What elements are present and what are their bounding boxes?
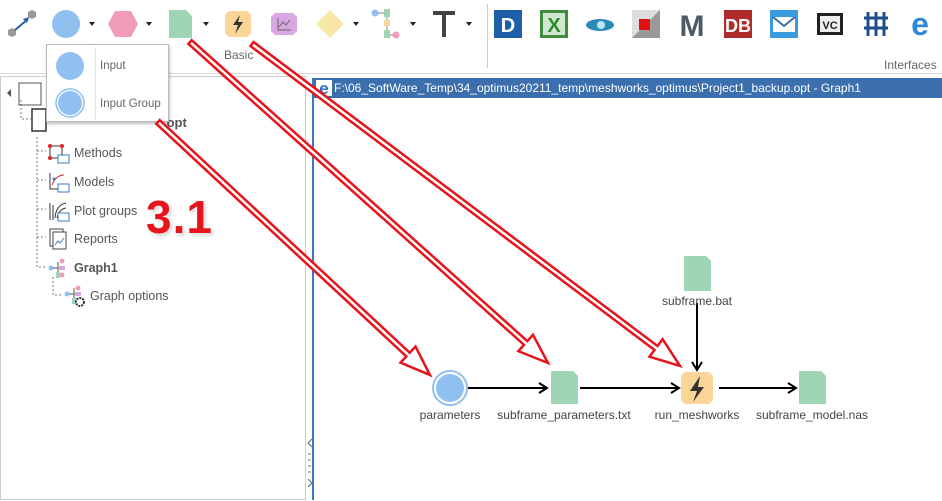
excel-interface[interactable]: X (538, 8, 570, 40)
db-icon: DB (724, 10, 752, 38)
db-interface[interactable]: DB (722, 8, 754, 40)
excel-icon: X (540, 10, 568, 38)
file-tool[interactable] (164, 8, 196, 40)
connector-icon (8, 10, 36, 37)
models-icon (49, 173, 70, 193)
svg-text:e: e (911, 8, 929, 40)
tree-item-label: Reports (74, 232, 118, 246)
svg-text:DB: DB (725, 16, 751, 36)
input-tool[interactable] (50, 8, 82, 40)
methods-icon (48, 144, 70, 164)
document-icon (169, 10, 192, 38)
text-tool[interactable] (428, 8, 460, 40)
menu-item-input-group[interactable]: Input Group (47, 85, 168, 123)
chart-node-icon (271, 13, 297, 35)
input-group-circle-icon (55, 88, 85, 118)
node-label-parameters: parameters (419, 408, 481, 422)
node-subframe-parameters[interactable] (551, 371, 578, 404)
red-square-interface[interactable] (630, 8, 662, 40)
input-circle-icon (52, 10, 80, 38)
vc-interface[interactable]: VC (814, 8, 846, 40)
tree-item-models[interactable]: Models (48, 171, 114, 193)
svg-text:M: M (680, 10, 705, 40)
mail-interface[interactable] (768, 8, 800, 40)
eye-interface[interactable] (584, 8, 616, 40)
svg-text:VC: VC (822, 20, 837, 32)
graph-icon (48, 258, 65, 278)
tree-item-label: Graph1 (74, 261, 118, 275)
tree-item-label: Graph options (90, 289, 169, 303)
project-tree-panel: .opt Methods Models Plot groups Reports … (0, 76, 306, 500)
interfaces-group-label: Interfaces (884, 58, 937, 72)
tree-item-plot-groups[interactable]: Plot groups (48, 200, 137, 222)
text-T-icon (433, 11, 455, 37)
group-divider (487, 4, 488, 68)
dassault-interface[interactable]: D (492, 8, 524, 40)
tree-item-label: Plot groups (74, 204, 138, 218)
tree-item-methods[interactable]: Methods (48, 142, 122, 164)
red-square-icon (632, 10, 660, 38)
step-annotation: 3.1 (146, 191, 213, 243)
graph-canvas (432, 256, 826, 406)
e-interface[interactable]: e (904, 8, 936, 40)
workflow-tool[interactable] (370, 8, 402, 40)
tree-item-label: Methods (74, 146, 122, 160)
node-label-subframe-model: subframe_model.nas (755, 408, 869, 422)
file-dropdown-arrow[interactable] (203, 22, 209, 26)
reports-icon (49, 228, 67, 250)
graph-edges (467, 303, 798, 394)
node-subframe-bat[interactable] (684, 256, 711, 291)
hexagon-icon (108, 11, 138, 37)
mail-icon (770, 10, 798, 38)
input-group-node-icon (436, 374, 464, 402)
action-tool[interactable] (222, 8, 254, 40)
connector-tool[interactable] (4, 8, 36, 40)
hexagon-dropdown-arrow[interactable] (146, 22, 152, 26)
menu-item-input[interactable]: Input (47, 47, 168, 85)
abacus-interface[interactable] (860, 8, 892, 40)
abacus-icon (864, 12, 888, 36)
plot-groups-icon (49, 202, 70, 222)
input-dropdown-arrow[interactable] (89, 22, 95, 26)
graph-options-icon (64, 285, 85, 307)
menu-item-label: Input Group (100, 98, 161, 110)
eye-icon (586, 19, 614, 31)
text-dropdown-arrow[interactable] (466, 22, 472, 26)
node-parameters[interactable] (432, 370, 468, 406)
hexagon-tool[interactable] (107, 8, 139, 40)
basic-group-label: Basic (224, 48, 254, 62)
workflow-icon (371, 9, 400, 39)
menu-item-label: Input (100, 60, 126, 72)
chart-tool[interactable] (268, 8, 300, 40)
dassault-icon: D (494, 10, 522, 38)
node-subframe-model[interactable] (799, 371, 826, 404)
tree-item-label: Models (74, 175, 115, 189)
input-type-dropdown: Input Input Group (46, 44, 169, 122)
matlab-interface[interactable]: M (676, 8, 708, 40)
node-run-meshworks[interactable] (681, 372, 713, 404)
node-label-run-meshworks: run_meshworks (654, 408, 740, 422)
decision-tool[interactable] (314, 8, 346, 40)
vc-icon: VC (817, 13, 843, 35)
decision-dropdown-arrow[interactable] (353, 22, 359, 26)
tree-item-reports[interactable]: Reports (48, 228, 118, 250)
decision-diamond-icon (316, 10, 344, 38)
matlab-M-icon: M (680, 10, 705, 40)
e-icon: e (911, 8, 929, 40)
workflow-dropdown-arrow[interactable] (410, 22, 416, 26)
splitter-handle[interactable] (306, 436, 314, 498)
tree-item-graph1[interactable]: Graph1 (48, 257, 118, 279)
tree-item-graph-options[interactable]: Graph options (64, 285, 169, 307)
svg-text:X: X (547, 15, 561, 37)
svg-text:D: D (501, 15, 515, 37)
graph-window: e F:\06_SoftWare_Temp\34_optimus20211_te… (307, 78, 942, 500)
node-label-subframe-parameters: subframe_parameters.txt (497, 408, 631, 422)
input-circle-icon (56, 52, 84, 80)
node-label-subframe-bat: subframe.bat (661, 294, 733, 308)
action-lightning-icon (225, 11, 251, 37)
